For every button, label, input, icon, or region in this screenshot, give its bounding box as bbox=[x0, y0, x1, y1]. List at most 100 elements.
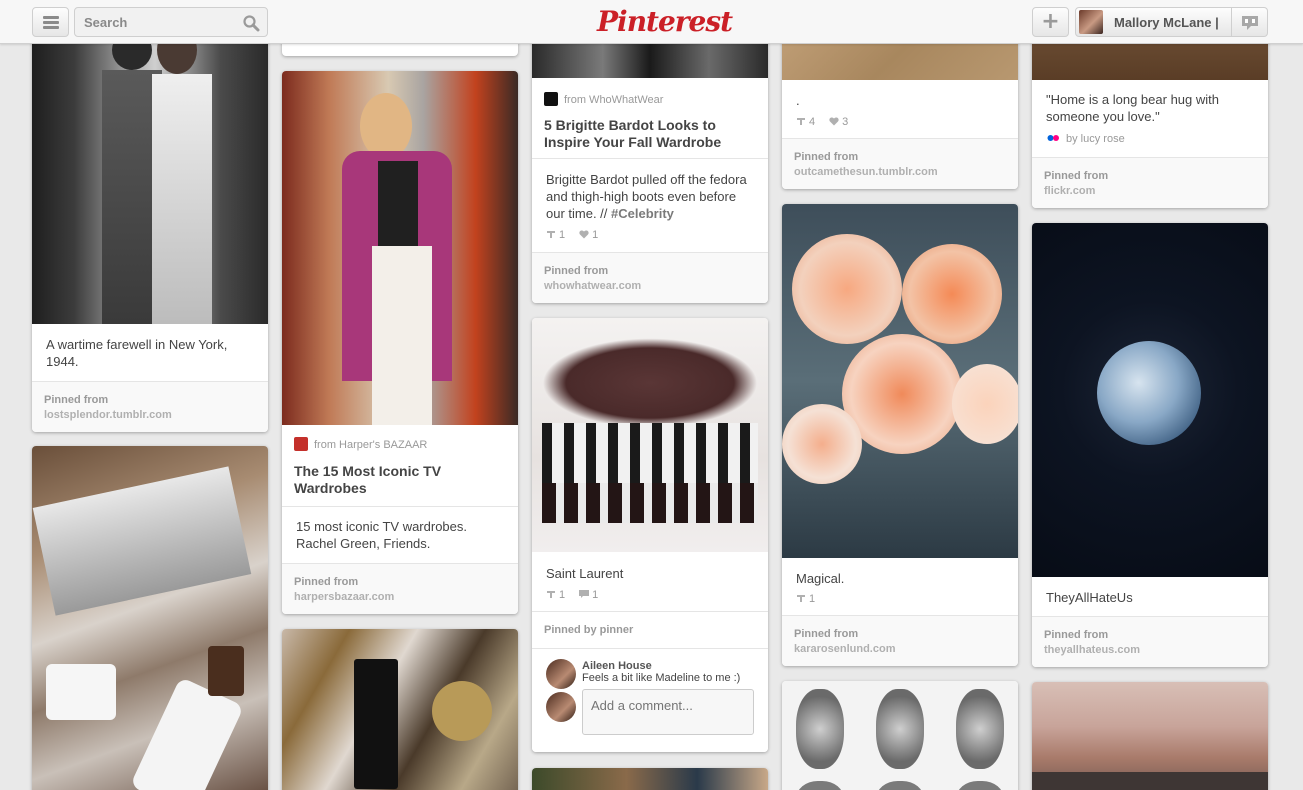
add-pin-button[interactable]: + bbox=[1032, 7, 1069, 37]
pin-source[interactable]: Pinned from whowhatwear.com bbox=[532, 252, 768, 303]
comment-count: 1 bbox=[592, 589, 599, 601]
pin-card[interactable]: A wartime farewell in New York, 1944. Pi… bbox=[32, 0, 268, 432]
menu-icon-line bbox=[43, 26, 59, 29]
hashtag-link[interactable]: #Celebrity bbox=[611, 206, 674, 221]
pin-title[interactable]: The 15 Most Iconic TV Wardrobes bbox=[294, 463, 506, 497]
divider bbox=[282, 506, 518, 507]
pinned-from-label: Pinned from bbox=[544, 265, 609, 277]
repin-count: 1 bbox=[809, 593, 816, 605]
pin-card[interactable] bbox=[782, 681, 1018, 790]
source-link[interactable]: whowhatwear.com bbox=[544, 280, 641, 292]
repin-icon bbox=[547, 591, 555, 598]
pin-image-kate-moss[interactable] bbox=[782, 681, 1018, 790]
repin-count: 1 bbox=[559, 589, 566, 601]
from-link[interactable]: from Harper's BAZAAR bbox=[294, 437, 427, 451]
pin-image-cosmetics[interactable] bbox=[32, 446, 268, 790]
repin-count: 4 bbox=[809, 116, 816, 128]
pinned-from-label: Pinned from bbox=[794, 628, 859, 640]
pin-title[interactable]: 5 Brigitte Bardot Looks to Inspire Your … bbox=[544, 117, 756, 151]
pin-description: . bbox=[796, 93, 800, 108]
pin-source[interactable]: Pinned from lostsplendor.tumblr.com bbox=[32, 381, 268, 432]
flickr-icon bbox=[1047, 135, 1059, 141]
source-link[interactable]: kararosenlund.com bbox=[794, 643, 895, 655]
by-text: by lucy rose bbox=[1066, 133, 1125, 145]
user-menu-button[interactable]: Mallory McLane | bbox=[1075, 7, 1232, 37]
from-text: from Harper's BAZAAR bbox=[314, 439, 428, 451]
notifications-button[interactable] bbox=[1232, 7, 1268, 37]
divider bbox=[532, 648, 768, 649]
source-link[interactable]: theyallhateus.com bbox=[1044, 644, 1140, 656]
heart-icon bbox=[579, 230, 589, 239]
pin-source[interactable]: Pinned from kararosenlund.com bbox=[782, 615, 1018, 666]
pin-comments-section: Pinned by pinner Aileen House Feels a bi… bbox=[532, 611, 768, 752]
pin-description: Brigitte Bardot pulled off the fedora an… bbox=[546, 171, 754, 222]
pin-description: A wartime farewell in New York, 1944. bbox=[46, 337, 228, 369]
pin-stats: 11 bbox=[546, 589, 598, 601]
pin-card[interactable]: TheyAllHateUs Pinned from theyallhateus.… bbox=[1032, 223, 1268, 667]
top-bar: Pinterest + Mallory McLane | bbox=[0, 0, 1303, 44]
heart-icon bbox=[829, 117, 839, 126]
whowhatwear-icon bbox=[544, 92, 558, 106]
pin-card[interactable] bbox=[532, 768, 768, 790]
from-text: from WhoWhatWear bbox=[564, 94, 664, 106]
from-link[interactable]: from WhoWhatWear bbox=[544, 92, 663, 106]
comment-input[interactable] bbox=[582, 689, 754, 735]
pin-source[interactable]: Pinned from flickr.com bbox=[1032, 157, 1268, 208]
harpers-bazaar-icon bbox=[294, 437, 308, 451]
pin-card[interactable]: Saint Laurent 11 Pinned by pinner Aileen… bbox=[532, 318, 768, 752]
plus-icon: + bbox=[1041, 9, 1060, 34]
pin-description: TheyAllHateUs bbox=[1046, 590, 1133, 605]
source-link[interactable]: flickr.com bbox=[1044, 185, 1095, 197]
avatar bbox=[1079, 10, 1103, 34]
pin-card[interactable]: from Harper's BAZAAR The 15 Most Iconic … bbox=[282, 71, 518, 614]
pin-description: 15 most iconic TV wardrobes. Rachel Gree… bbox=[296, 519, 467, 551]
pin-image-moon[interactable] bbox=[1032, 223, 1268, 577]
pin-description: Saint Laurent bbox=[546, 566, 624, 581]
avatar bbox=[546, 692, 576, 722]
pinned-by-label: Pinned by pinner bbox=[544, 624, 634, 636]
pin-image-saint-laurent[interactable] bbox=[532, 318, 768, 552]
comment-icon bbox=[579, 590, 590, 598]
by-link[interactable]: by lucy rose bbox=[1046, 131, 1125, 145]
pinned-from-label: Pinned from bbox=[794, 151, 859, 163]
pin-card[interactable] bbox=[282, 629, 518, 790]
source-link[interactable]: outcamethesun.tumblr.com bbox=[794, 166, 938, 178]
pin-description: "Home is a long bear hug with someone yo… bbox=[1046, 92, 1219, 124]
notification-icon bbox=[1242, 16, 1258, 30]
search-icon[interactable] bbox=[242, 14, 260, 32]
repin-icon bbox=[797, 595, 805, 602]
pin-source[interactable]: Pinned from outcamethesun.tumblr.com bbox=[782, 138, 1018, 189]
pin-card[interactable]: Magical. 1 Pinned from kararosenlund.com bbox=[782, 204, 1018, 666]
pin-stats: 43 bbox=[796, 116, 848, 128]
pinned-from-label: Pinned from bbox=[44, 394, 109, 406]
pin-image-roses[interactable] bbox=[782, 204, 1018, 558]
menu-button[interactable] bbox=[32, 7, 69, 37]
pin-source[interactable]: Pinned from theyallhateus.com bbox=[1032, 616, 1268, 667]
pin-image-rocky-beach[interactable] bbox=[1032, 682, 1268, 790]
pinned-from-label: Pinned from bbox=[1044, 629, 1109, 641]
pin-card[interactable]: from WhoWhatWear 5 Brigitte Bardot Looks… bbox=[532, 0, 768, 303]
pin-stats: 11 bbox=[546, 229, 598, 241]
menu-icon-line bbox=[43, 21, 59, 24]
pin-card[interactable] bbox=[1032, 682, 1268, 790]
pin-image[interactable] bbox=[532, 768, 768, 790]
source-link[interactable]: harpersbazaar.com bbox=[294, 591, 394, 603]
repin-icon bbox=[797, 118, 805, 125]
pin-description: Magical. bbox=[796, 571, 845, 586]
pin-image-wartime-kiss[interactable] bbox=[32, 0, 268, 324]
search-box bbox=[74, 7, 268, 37]
search-input[interactable] bbox=[75, 8, 235, 36]
comment-text: Feels a bit like Madeline to me :) bbox=[582, 672, 741, 684]
comment-author[interactable]: Aileen House bbox=[582, 660, 652, 672]
pinterest-logo[interactable]: Pinterest bbox=[597, 5, 733, 38]
pin-stats: 1 bbox=[796, 593, 815, 605]
pin-source[interactable]: Pinned from harpersbazaar.com bbox=[282, 563, 518, 614]
commenter-avatar[interactable] bbox=[546, 659, 576, 689]
like-count: 3 bbox=[842, 116, 849, 128]
repin-count: 1 bbox=[559, 229, 566, 241]
pin-image-rachel-green[interactable] bbox=[282, 71, 518, 425]
like-count: 1 bbox=[592, 229, 599, 241]
source-link[interactable]: lostsplendor.tumblr.com bbox=[44, 409, 172, 421]
pin-image-chanel[interactable] bbox=[282, 629, 518, 790]
pin-card[interactable] bbox=[32, 446, 268, 790]
